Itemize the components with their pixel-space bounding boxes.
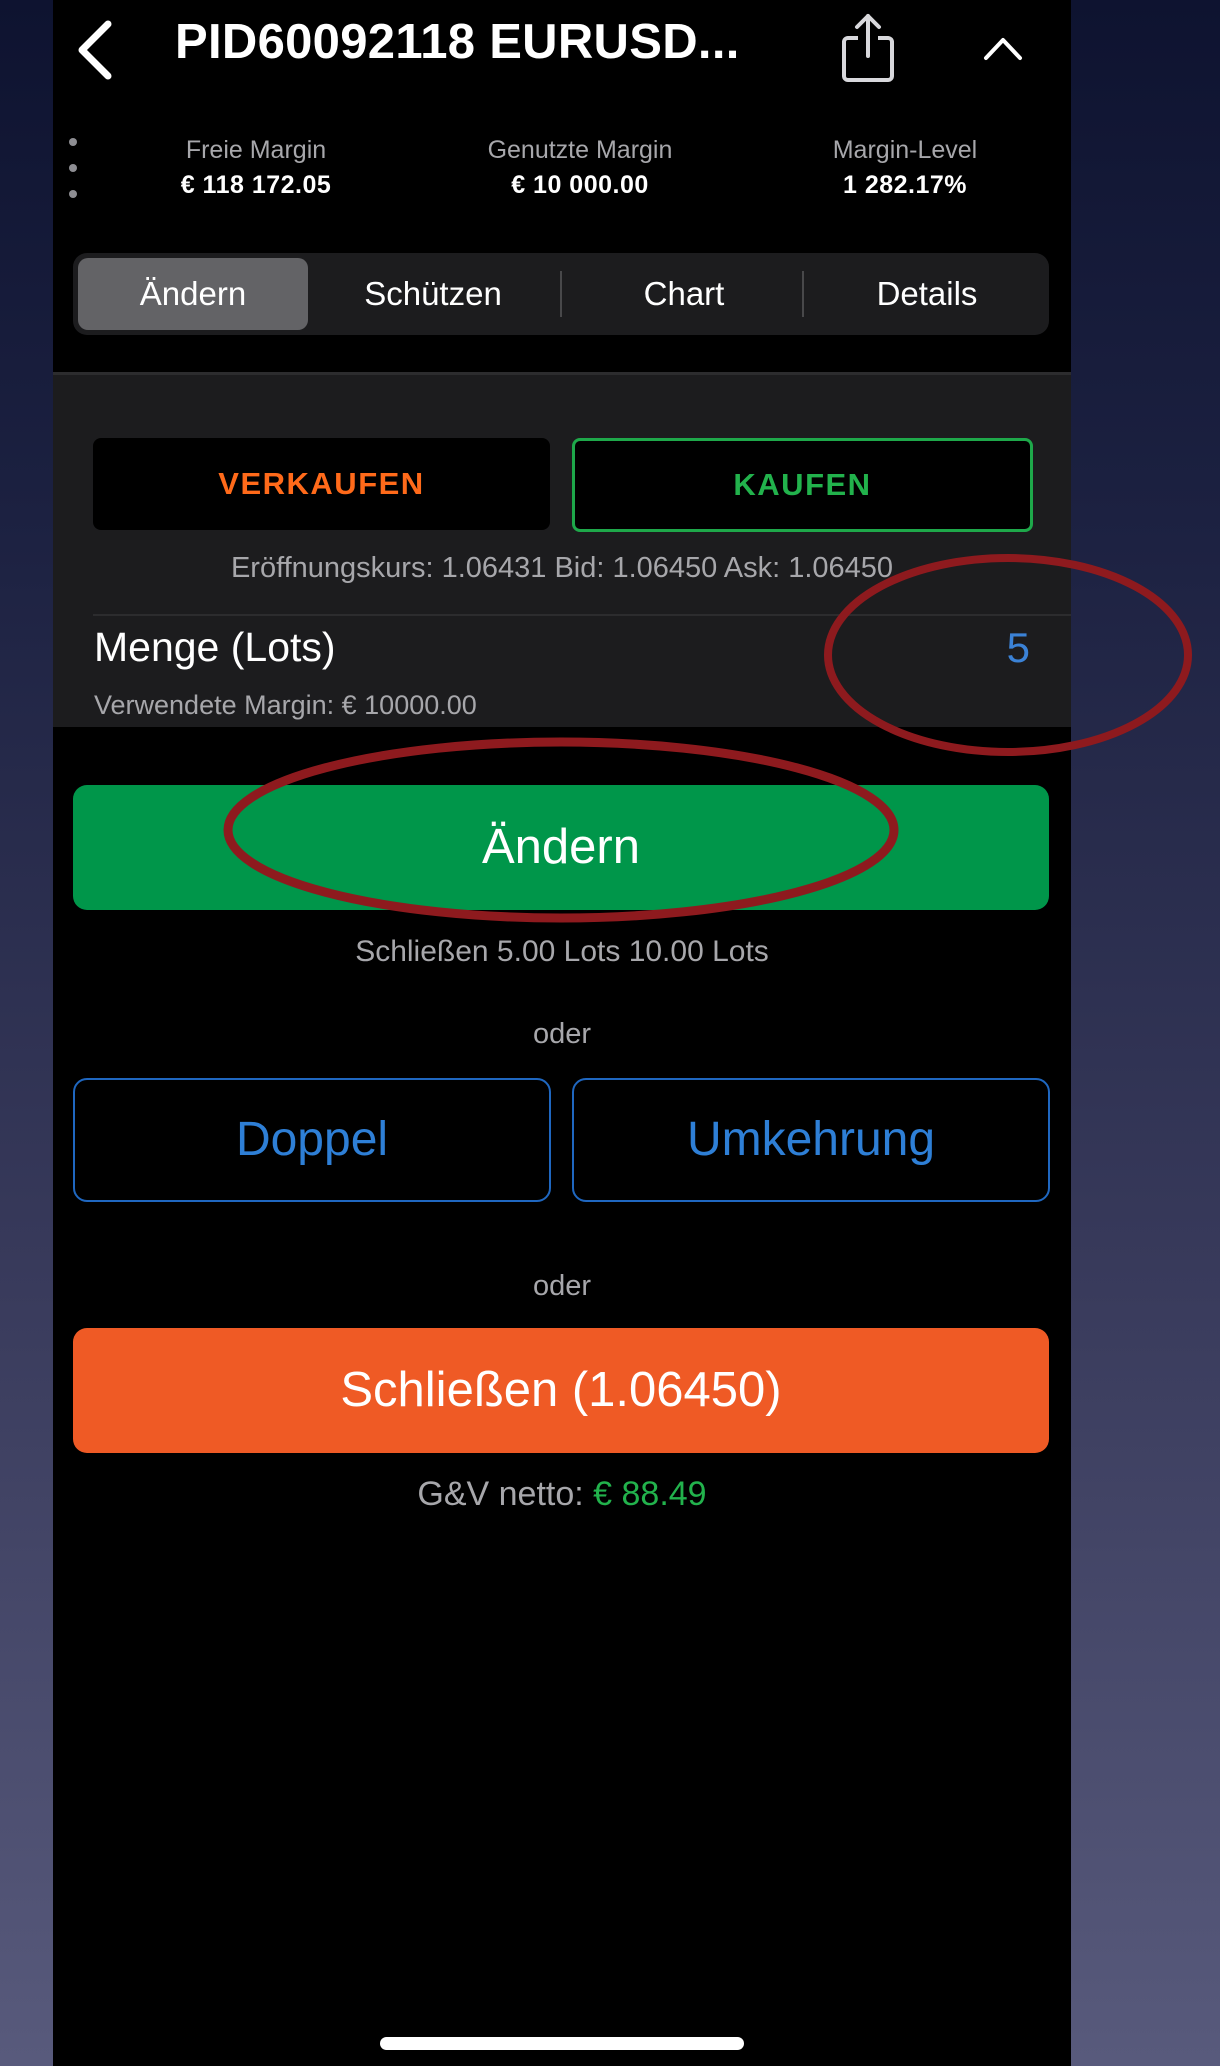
quantity-label: Menge (Lots): [94, 624, 336, 670]
close-info: Schließen 5.00 Lots 10.00 Lots: [355, 935, 769, 968]
margin-level-label: Margin-Level: [832, 136, 978, 164]
reverse-button[interactable]: Umkehrung: [572, 1078, 1050, 1202]
tab-separator: [802, 271, 804, 317]
price-info: Eröffnungskurs: 1.06431 Bid: 1.06450 Ask…: [230, 552, 894, 584]
double-button[interactable]: Doppel: [73, 1078, 551, 1202]
or-label: oder: [532, 1270, 592, 1302]
quantity-input[interactable]: 5: [960, 624, 1030, 672]
divider: [93, 614, 1071, 616]
close-position-button[interactable]: Schließen (1.06450): [73, 1328, 1049, 1453]
chevron-left-icon: [78, 20, 112, 80]
modify-button[interactable]: Ändern: [73, 785, 1049, 910]
margin-level: Margin-Level 1 282.17%: [745, 136, 1065, 200]
or-label: oder: [532, 1018, 592, 1050]
share-icon: [842, 14, 894, 82]
segmented-tabs: Ändern Schützen Chart Details: [73, 253, 1049, 335]
net-pnl-label: G&V netto:: [417, 1475, 584, 1513]
sell-button[interactable]: VERKAUFEN: [93, 438, 550, 530]
tab-separator: [560, 271, 562, 317]
used-margin-info: Verwendete Margin: € 10000.00: [94, 690, 477, 720]
vertical-dots-icon: [69, 138, 77, 198]
used-margin-value: € 10 000.00: [511, 171, 649, 199]
order-form: [53, 375, 1071, 727]
collapse-button[interactable]: [980, 28, 1026, 68]
free-margin-label: Freie Margin: [185, 136, 327, 164]
chevron-up-icon: [984, 38, 1022, 60]
used-margin-label: Genutzte Margin: [487, 136, 673, 164]
net-pnl: G&V netto: € 88.49: [53, 1475, 1071, 1514]
margin-level-value: 1 282.17%: [842, 171, 968, 199]
free-margin: Freie Margin € 118 172.05: [96, 136, 416, 200]
tab-schuetzen[interactable]: Schützen: [313, 258, 553, 330]
used-margin: Genutzte Margin € 10 000.00: [420, 136, 740, 200]
share-button[interactable]: [838, 12, 898, 84]
buy-button[interactable]: KAUFEN: [572, 438, 1033, 532]
tab-details[interactable]: Details: [808, 258, 1046, 330]
free-margin-value: € 118 172.05: [180, 171, 332, 199]
home-indicator: [380, 2037, 744, 2050]
tab-aendern[interactable]: Ändern: [78, 258, 308, 330]
tab-chart[interactable]: Chart: [564, 258, 804, 330]
menu-button[interactable]: [63, 134, 83, 204]
back-button[interactable]: [68, 18, 124, 82]
page-title: PID60092118 EURUSD...: [175, 15, 740, 69]
net-pnl-value: € 88.49: [593, 1475, 707, 1513]
